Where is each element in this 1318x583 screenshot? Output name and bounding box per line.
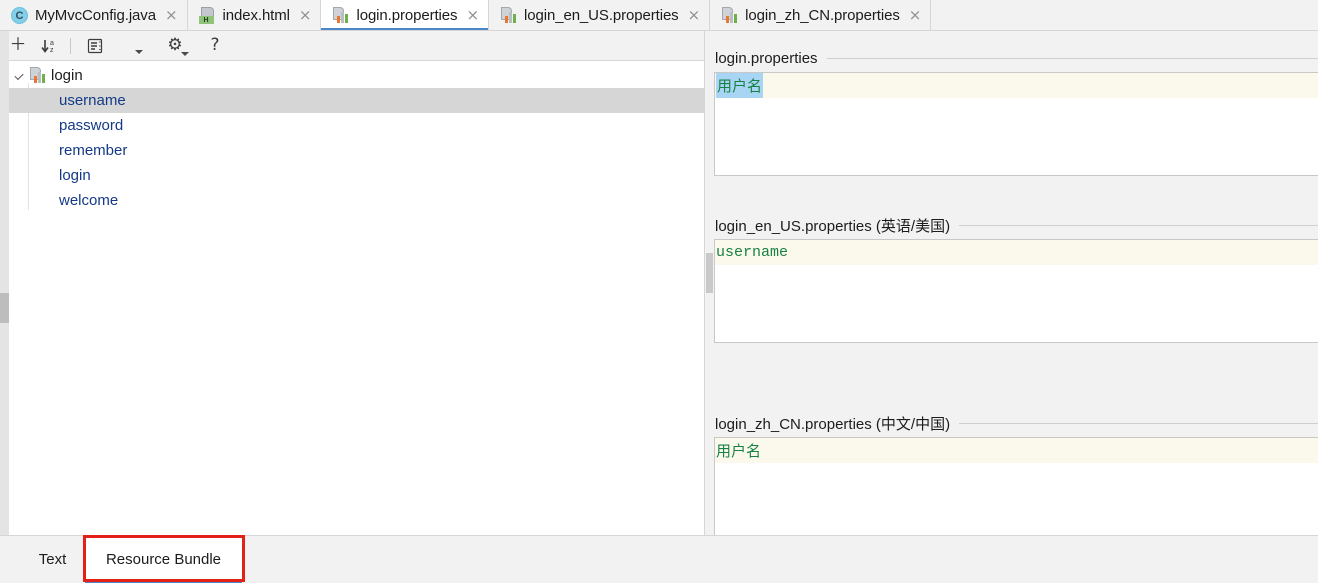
editor-tab-login-zh-cn-properties[interactable]: login_zh_CN.properties × — [710, 0, 932, 31]
tree-item-login[interactable]: login — [0, 163, 704, 188]
tree-item-label: login — [59, 167, 91, 184]
title-rule — [959, 224, 1318, 226]
value-group-default: login.properties 用户名 — [714, 44, 1318, 176]
chevron-down-icon — [181, 51, 189, 56]
tree-item-welcome[interactable]: welcome — [0, 188, 704, 213]
editor-tab-label: index.html — [222, 7, 290, 24]
editor-tab-label: login_en_US.properties — [524, 7, 679, 24]
group-list-icon — [87, 38, 103, 53]
chevron-down-icon[interactable] — [12, 69, 26, 83]
resource-keys-tree[interactable]: login username password remember login w… — [0, 62, 704, 535]
tree-root-label: login — [51, 67, 83, 84]
close-icon[interactable]: × — [688, 8, 701, 23]
tree-item-remember[interactable]: remember — [0, 138, 704, 163]
editor-tab-index-html[interactable]: H index.html × — [187, 0, 322, 31]
tree-item-password[interactable]: password — [0, 113, 704, 138]
value-text[interactable]: username — [716, 240, 788, 265]
tree-item-label: welcome — [59, 192, 119, 209]
resource-bundle-icon — [500, 7, 517, 24]
value-group-title-label: login.properties — [715, 49, 818, 67]
tab-bar-filler — [931, 0, 1318, 31]
value-editor-en-us[interactable]: username — [714, 239, 1318, 343]
close-icon[interactable]: × — [165, 8, 178, 23]
svg-text:z: z — [50, 47, 54, 54]
current-line-highlight — [715, 240, 1318, 265]
tree-item-label: username — [59, 92, 126, 109]
close-icon[interactable]: × — [466, 8, 479, 23]
left-scrollbar-thumb[interactable] — [0, 293, 9, 323]
value-group-title: login.properties — [714, 44, 1318, 72]
svg-text:a: a — [50, 40, 54, 47]
value-group-title-label: login_zh_CN.properties (中文/中国) — [715, 415, 951, 433]
keys-pane: ＋ a z ⚙ ? login username password rememb… — [0, 31, 704, 535]
plus-icon: ＋ — [9, 35, 27, 55]
tab-label: Resource Bundle — [105, 551, 222, 568]
sort-az-icon: a z — [41, 39, 54, 54]
resource-bundle-icon — [721, 7, 738, 24]
group-options-dropdown[interactable] — [126, 33, 152, 59]
value-group-title-label: login_en_US.properties (英语/美国) — [715, 217, 951, 235]
resource-bundle-icon — [29, 67, 46, 84]
title-rule — [826, 57, 1318, 59]
editor-tab-label: MyMvcConfig.java — [35, 7, 156, 24]
help-button[interactable]: ? — [202, 33, 228, 59]
current-line-highlight — [715, 73, 1318, 98]
settings-button[interactable]: ⚙ — [162, 33, 189, 59]
editor-tab-login-en-us-properties[interactable]: login_en_US.properties × — [489, 0, 711, 31]
view-tab-bar: Text Resource Bundle — [0, 535, 1318, 583]
current-line-highlight — [715, 438, 1318, 463]
left-scrollbar-track[interactable] — [0, 31, 9, 535]
tree-root-login[interactable]: login — [0, 63, 704, 88]
keys-toolbar: ＋ a z ⚙ ? — [0, 31, 704, 61]
value-group-en-us: login_en_US.properties (英语/美国) username — [714, 211, 1318, 343]
resource-bundle-editor-window: C MyMvcConfig.java × H index.html × logi… — [0, 0, 1318, 583]
editor-tab-bar: C MyMvcConfig.java × H index.html × logi… — [0, 0, 1318, 31]
values-pane: login.properties 用户名 login_en_US.propert… — [713, 31, 1318, 535]
group-by-prefix-button[interactable] — [82, 33, 108, 59]
value-editor-zh-cn[interactable]: 用户名 — [714, 437, 1318, 535]
resource-bundle-icon — [332, 7, 349, 24]
tree-item-label: password — [59, 117, 124, 134]
editor-tab-mymvcconfig-java[interactable]: C MyMvcConfig.java × — [0, 0, 188, 31]
help-icon: ? — [210, 35, 220, 55]
java-class-icon-letter: C — [15, 9, 24, 22]
html-file-icon: H — [198, 7, 216, 24]
chevron-down-icon — [135, 49, 143, 54]
sort-button[interactable]: a z — [36, 33, 62, 59]
java-class-icon: C — [11, 7, 28, 24]
editor-tab-label: login_zh_CN.properties — [745, 7, 900, 24]
close-icon[interactable]: × — [909, 8, 922, 23]
toolbar-separator — [70, 37, 71, 54]
editor-tab-label: login.properties — [356, 7, 458, 24]
editor-tab-login-properties[interactable]: login.properties × — [321, 0, 490, 31]
tab-label: Text — [38, 551, 67, 568]
value-group-title: login_zh_CN.properties (中文/中国) — [714, 409, 1318, 437]
title-rule — [959, 422, 1318, 424]
tree-item-username[interactable]: username — [0, 88, 704, 113]
value-editor-default[interactable]: 用户名 — [714, 72, 1318, 176]
value-group-zh-cn: login_zh_CN.properties (中文/中国) 用户名 — [714, 409, 1318, 535]
value-group-title: login_en_US.properties (英语/美国) — [714, 211, 1318, 239]
tree-item-label: remember — [59, 142, 128, 159]
value-text[interactable]: 用户名 — [716, 73, 764, 98]
close-icon[interactable]: × — [299, 8, 312, 23]
value-text[interactable]: 用户名 — [716, 438, 761, 463]
tab-resource-bundle[interactable]: Resource Bundle — [85, 537, 242, 583]
pane-splitter[interactable] — [704, 31, 714, 535]
tab-text[interactable]: Text — [30, 537, 75, 582]
